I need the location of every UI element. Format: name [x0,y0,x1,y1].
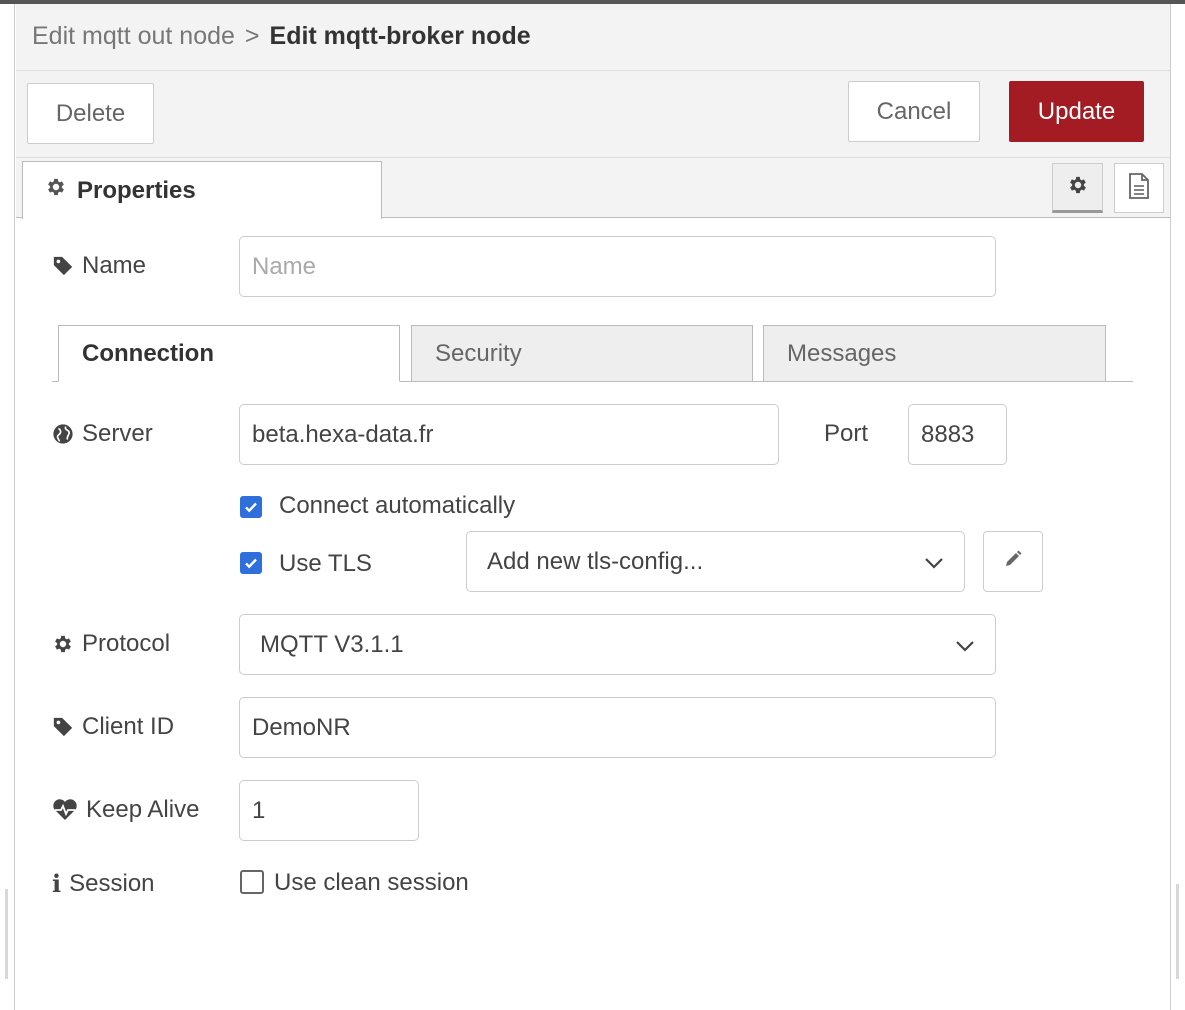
left-scroll-mark[interactable] [5,889,8,979]
name-row-label: Name [52,252,146,280]
settings-tab-button[interactable] [1052,163,1103,213]
use-tls-label: Use TLS [279,550,372,577]
clean-session-label: Use clean session [274,869,469,896]
delete-button[interactable]: Delete [27,83,154,144]
breadcrumb: Edit mqtt out node > Edit mqtt-broker node [32,22,531,51]
dialog-header: Edit mqtt out node > Edit mqtt-broker node [16,4,1170,71]
gear-icon [45,176,67,205]
tab-properties[interactable]: Properties [22,161,382,219]
properties-tabbar: Properties [16,158,1170,219]
checkmark-icon [245,502,257,513]
breadcrumb-current: Edit mqtt-broker node [269,22,531,50]
breadcrumb-previous[interactable]: Edit mqtt out node [32,22,235,50]
subtab-security[interactable]: Security [411,325,753,382]
tag-icon [52,255,74,277]
protocol-select[interactable]: MQTT V3.1.1 [239,614,996,675]
description-tab-button[interactable] [1114,163,1164,213]
subtab-connection[interactable]: Connection [58,325,400,382]
client-id-input[interactable]: DemoNR [239,697,996,758]
clean-session-checkbox[interactable] [240,870,264,894]
heartbeat-icon [52,799,78,821]
right-sidebar-edge [1170,4,1185,1010]
keep-alive-input[interactable]: 1 [239,780,419,841]
tag-icon [52,716,74,738]
port-label: Port [824,420,869,447]
breadcrumb-separator: > [244,22,260,50]
right-scroll-mark[interactable] [1176,884,1179,979]
pencil-icon [1003,548,1023,576]
subtab-messages[interactable]: Messages [763,325,1106,382]
tls-config-value: Add new tls-config... [487,547,704,575]
document-icon [1128,172,1150,204]
edit-tls-config-button[interactable] [983,531,1043,592]
update-button[interactable]: Update [1009,81,1144,142]
gear-icon [52,633,74,655]
info-icon: i [52,869,62,898]
session-row-label: i Session [52,869,155,898]
name-input[interactable]: Name [239,236,996,297]
connect-automatically-label: Connect automatically [279,492,516,519]
server-row-label: Server [52,420,153,448]
client-id-row-label: Client ID [52,713,174,741]
gear-icon [1067,174,1089,201]
protocol-value: MQTT V3.1.1 [260,630,404,658]
port-input[interactable]: 8883 [908,404,1007,465]
keep-alive-row-label: Keep Alive [52,796,199,824]
protocol-row-label: Protocol [52,630,170,658]
server-input[interactable]: beta.hexa-data.fr [239,404,779,465]
use-tls-checkbox[interactable] [240,552,262,574]
checkmark-icon [245,558,257,569]
edit-dialog: Edit mqtt out node > Edit mqtt-broker node… [16,4,1170,1010]
chevron-down-icon [955,631,975,659]
dialog-toolbar: Delete Cancel Update [16,71,1170,158]
left-sidebar-edge [0,4,15,1010]
chevron-down-icon [924,548,944,576]
globe-icon [52,423,74,445]
cancel-button[interactable]: Cancel [848,81,980,142]
tls-config-select[interactable]: Add new tls-config... [466,531,965,592]
tab-properties-label: Properties [77,176,196,204]
connect-automatically-checkbox[interactable] [240,496,262,518]
